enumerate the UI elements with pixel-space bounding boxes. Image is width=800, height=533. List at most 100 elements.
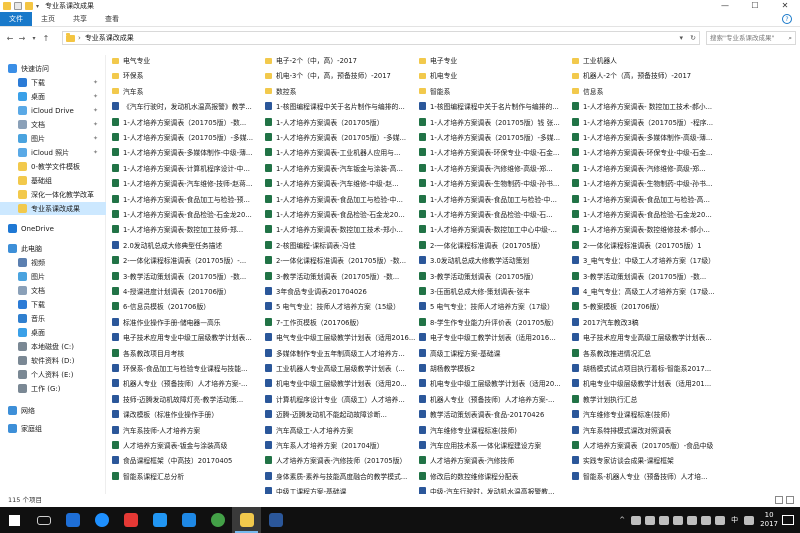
breadcrumb-chevron-icon[interactable]: › <box>78 34 81 42</box>
file-item[interactable]: 1-人才培养方案调表- 数控加工技术-郝小... <box>572 100 722 112</box>
sidebar-item[interactable]: 软件资料 (D:) <box>0 354 106 367</box>
sidebar-item[interactable]: 文档 ✦ <box>0 118 106 131</box>
file-item[interactable]: 高级工课程方案-基础课 <box>419 347 569 359</box>
file-item[interactable]: 《汽车行驶时，发动机水温高报警》教学... <box>112 100 262 112</box>
details-view-icon[interactable] <box>775 496 783 504</box>
file-item[interactable]: 7-工作页模板（201706版） <box>265 316 415 328</box>
file-item[interactable]: 1-人才培养方案调表-环保专业-中级-石金... <box>419 146 569 158</box>
file-item[interactable]: 胡杨教学模板2 <box>419 362 569 374</box>
file-item[interactable]: 1-核图编程课程中关于名片制作与编排的... <box>419 100 569 112</box>
file-item[interactable]: 5 电气专业：技师人才培养方案（15级） <box>265 300 415 312</box>
file-item[interactable]: 1-人才培养方案调表-食品加工与检验-高... <box>572 193 722 205</box>
file-item[interactable]: 迈腾-迈腾发动机不能起动故障诊断... <box>265 408 415 420</box>
tab-file[interactable]: 文件 <box>0 12 32 26</box>
file-item[interactable]: 工业机器人专业高级工层级教学计划表（... <box>265 362 415 374</box>
file-item[interactable]: 1-人才培养方案调表-汽修维修-高级-郑... <box>572 162 722 174</box>
taskbar-button[interactable] <box>174 507 203 533</box>
keyboard-icon[interactable] <box>744 515 755 525</box>
file-item[interactable]: 1-人才培养方案调表-生物制药-中级-孙书... <box>419 177 569 189</box>
file-item[interactable]: 1-人才培养方案调表-汽车钣金与涂装-高... <box>265 162 415 174</box>
file-item[interactable]: 2-核图编程-课标调表-冯佳 <box>265 239 415 251</box>
file-item[interactable]: 实践专家访谈会成果-课程框架 <box>572 454 722 466</box>
file-item[interactable]: 1-人才培养方案调表-数控加工中心中级-... <box>419 223 569 235</box>
file-item[interactable]: 3-压面机总成大修-策划调表-张丰 <box>419 285 569 297</box>
tab-home[interactable]: 主页 <box>32 12 64 26</box>
taskbar-button[interactable] <box>58 507 87 533</box>
file-item[interactable]: 汽车维修专业课程标准(技师) <box>572 408 722 420</box>
sidebar-item[interactable]: 网络 <box>0 404 106 417</box>
file-item[interactable]: 环保系-食品加工与检验专业课程与技能... <box>112 362 262 374</box>
file-item[interactable]: 智能系课程汇总分析 <box>112 470 262 482</box>
file-item[interactable]: 1-人才培养方案调表-食品加工与检验-预... <box>112 193 262 205</box>
file-item[interactable]: 1-人才培养方案调表-环保专业-中级-石金... <box>572 146 722 158</box>
file-item[interactable]: 胡杨模式试点项目执行着标-智能系2017... <box>572 362 722 374</box>
file-item[interactable]: 机器人专业（预备技师）人才培养方案-... <box>112 377 262 389</box>
file-item[interactable]: 身体素质-素养与技能高度融合的教学模式... <box>265 470 415 482</box>
file-item[interactable]: 1-人才培养方案调表-食品加工与检验-中... <box>419 193 569 205</box>
file-item[interactable]: 食品课程框架（中高技）20170405 <box>112 454 262 466</box>
file-item[interactable]: 中级工课程方案-基础课 <box>265 485 415 494</box>
file-item[interactable]: 1-人才培养方案调表-多媒体制作-高级-薄... <box>572 131 722 143</box>
refresh-icon[interactable]: ↻ <box>690 32 696 44</box>
file-item[interactable]: 电子技术应用专业高级工层级教学计划表... <box>572 331 722 343</box>
file-item[interactable]: 汽车系技师-人才培养方案 <box>112 424 262 436</box>
file-item[interactable]: 汽车高级工-人才培养方案 <box>265 424 415 436</box>
file-item[interactable]: 汽车系 <box>112 85 262 97</box>
file-item[interactable]: 1-人才培养方案调表（201705版）-多媒... <box>112 131 262 143</box>
tab-share[interactable]: 共享 <box>64 12 96 26</box>
file-item[interactable]: 机器人-2个（高，预备技师）-2017 <box>572 69 722 81</box>
file-item[interactable]: 汽车系人才培养方案（201704版） <box>265 439 415 451</box>
file-item[interactable]: 1-人才培养方案调表-汽修维修-高级-郑... <box>419 162 569 174</box>
file-item[interactable]: 1-人才培养方案调表（201705版）-数... <box>112 116 262 128</box>
file-item[interactable]: 电子技术应用专业中级工层级教学计划表... <box>112 331 262 343</box>
file-item[interactable]: 1-人才培养方案调表-汽车维修-中级-赵... <box>265 177 415 189</box>
sidebar-item[interactable]: 视频 <box>0 256 106 269</box>
sidebar-item[interactable]: 0-教学文件模板 <box>0 160 106 173</box>
notification-center-icon[interactable] <box>782 515 794 525</box>
file-item[interactable]: 电子专业 <box>419 54 569 66</box>
file-item[interactable]: 修改后的数控维修课程分配表 <box>419 470 569 482</box>
file-item[interactable]: 1-人才培养方案调表-食品检验-中级-石... <box>419 208 569 220</box>
file-item[interactable]: 2-一体化课程标准调表（201705版）-... <box>112 254 262 266</box>
file-item[interactable]: 3-教学活动策划调表（201705版）-数... <box>265 270 415 282</box>
taskbar-button[interactable] <box>232 507 261 533</box>
minimize-button[interactable]: — <box>710 0 740 12</box>
battery-icon[interactable] <box>687 515 698 525</box>
file-item[interactable]: 电子-2个（中，高）-2017 <box>265 54 415 66</box>
file-item[interactable]: 1-人才培养方案调表（201705版）钱 张... <box>419 116 569 128</box>
file-item[interactable]: 1-人才培养方案调表-多媒体制作-中级-薄... <box>112 146 262 158</box>
file-item[interactable]: 1-人才培养方案调表-食品加工与检验-中... <box>265 193 415 205</box>
file-item[interactable]: 计算机程序设计专业（高级工）人才培养... <box>265 393 415 405</box>
file-item[interactable]: 汽车系特排模式课改对照调表 <box>572 424 722 436</box>
file-item[interactable]: 1-人才培养方案调表-数控维修技术-郝小... <box>572 223 722 235</box>
file-item[interactable]: 1-人才培养方案调表-数控加工技师-郑... <box>112 223 262 235</box>
ime-indicator[interactable]: 中 <box>731 515 738 525</box>
file-item[interactable]: 机器人专业（预备技师）人才培养方案-... <box>419 393 569 405</box>
network-icon[interactable] <box>701 515 712 525</box>
file-item[interactable]: 8-学生作专业能力升评价表（201705版） <box>419 316 569 328</box>
sidebar-item[interactable]: 专业系课改成果 <box>0 202 106 215</box>
file-item[interactable]: 4_电气专业：高级工人才培养方案（17级... <box>572 285 722 297</box>
file-item[interactable]: 6-信息员模板（201706版） <box>112 300 262 312</box>
file-item[interactable]: 各系教改推进情况汇总 <box>572 347 722 359</box>
file-item[interactable]: 1-核图编程课程中关于名片制作与编排的... <box>265 100 415 112</box>
sidebar-item[interactable]: iCloud 照片 ✦ <box>0 146 106 159</box>
file-item[interactable]: 1-人才培养方案调表（201705版）-多媒... <box>265 131 415 143</box>
back-icon[interactable]: ← <box>4 34 16 43</box>
file-item[interactable]: 5 电气专业：技师人才培养方案（17级） <box>419 300 569 312</box>
file-item[interactable]: 4-授课进度计划调表（201706版） <box>112 285 262 297</box>
close-button[interactable]: ✕ <box>770 0 800 12</box>
file-item[interactable]: 3-教学活动策划调表（201705版） <box>419 270 569 282</box>
sidebar-item[interactable]: 个人资料 (E:) <box>0 368 106 381</box>
qat-dropdown-icon[interactable]: ▾ <box>36 3 39 10</box>
breadcrumb[interactable]: 专业系课改成果 <box>85 33 134 43</box>
file-item[interactable]: 机电专业中级工层级教学计划表（适用20... <box>265 377 415 389</box>
maximize-button[interactable]: ☐ <box>740 0 770 12</box>
file-item[interactable]: 2.0发动机总成大修典型任务描述 <box>112 239 262 251</box>
file-item[interactable]: 机电专业中级层级教学计划表（适用201... <box>572 377 722 389</box>
file-item[interactable]: 2-一体化课程标准调表（201705版）1 <box>572 239 722 251</box>
up-icon[interactable]: ↑ <box>40 34 52 43</box>
file-item[interactable]: 3_电气专业：中级工人才培养方案（17级） <box>572 254 722 266</box>
sidebar-item[interactable]: 桌面 <box>0 326 106 339</box>
file-item[interactable]: 2-一体化课程标准调表（201705版）-数... <box>265 254 415 266</box>
